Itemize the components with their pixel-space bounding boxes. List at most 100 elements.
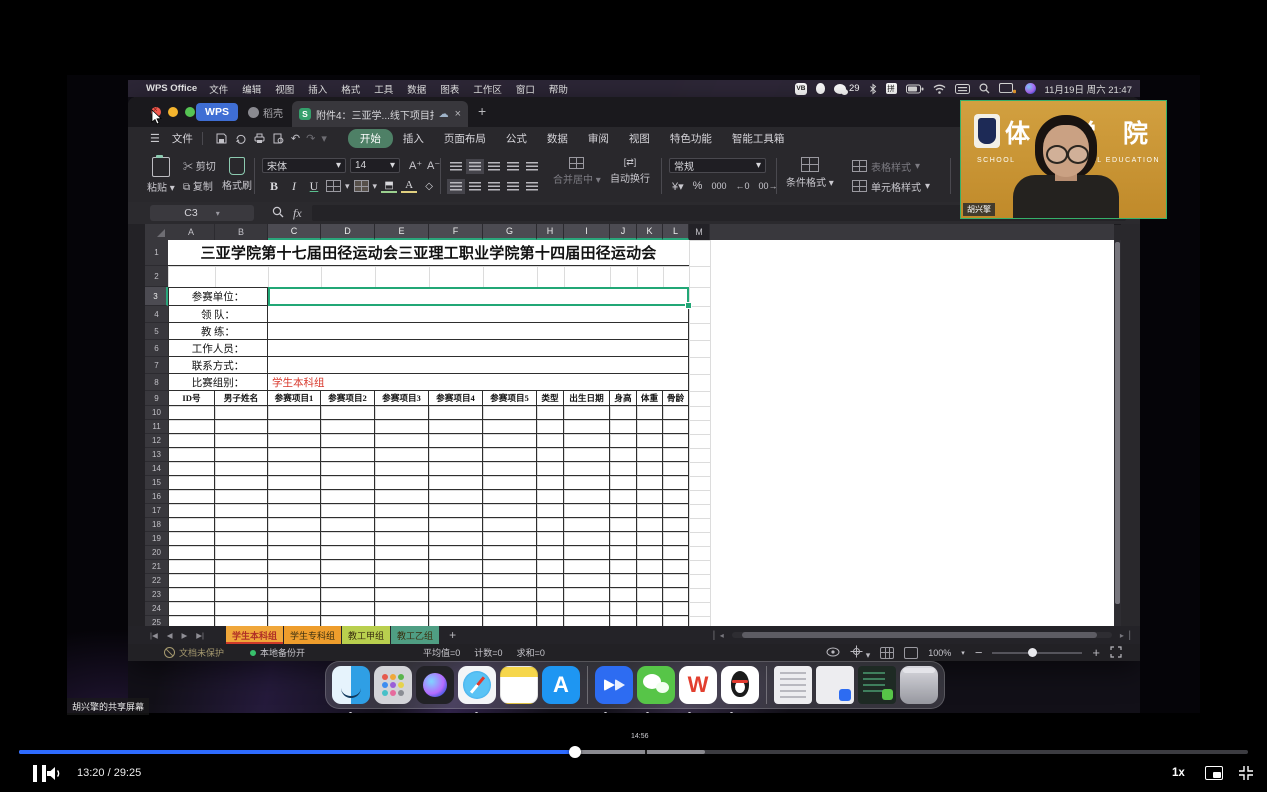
column-header-K[interactable]: K [637,224,663,240]
row-header-10[interactable]: 10 [145,406,168,420]
grid-cell[interactable] [268,546,321,560]
row-header-13[interactable]: 13 [145,448,168,462]
pan-mode-icon[interactable]: ▾ [850,645,870,661]
grid-cell[interactable] [215,616,268,626]
dock-appstore-icon[interactable]: A [542,666,580,704]
grid-cell[interactable] [610,490,637,504]
grid-cell[interactable] [663,406,689,420]
grid-cell[interactable] [537,406,564,420]
grid-cell[interactable] [483,602,537,616]
grid-cell[interactable] [564,504,610,518]
grid-cell[interactable] [429,462,483,476]
tab-split-handle[interactable]: ▏◂ [714,631,724,640]
form-value-cell[interactable] [268,323,689,340]
grid-cell[interactable] [663,532,689,546]
grid-cell[interactable] [564,448,610,462]
ribbon-tab-插入[interactable]: 插入 [393,129,434,148]
grid-cell[interactable] [610,504,637,518]
row-header-7[interactable]: 7 [145,357,168,374]
grid-cell[interactable] [215,448,268,462]
grid-cell[interactable] [663,434,689,448]
table-header-cell[interactable]: 参赛项目4 [429,391,483,406]
grid-cell[interactable] [168,434,215,448]
column-header-G[interactable]: G [483,224,537,240]
grid-cell[interactable] [429,616,483,626]
grid-cell[interactable] [637,560,663,574]
grid-cell[interactable] [268,420,321,434]
status-icon-siri[interactable] [1025,83,1036,94]
column-header-I[interactable]: I [564,224,610,240]
currency-icon[interactable]: ¥▾ [672,180,684,193]
ribbon-tab-视图[interactable]: 视图 [619,129,660,148]
grid-cell[interactable] [637,420,663,434]
row-header-14[interactable]: 14 [145,462,168,476]
grid-cell[interactable] [537,504,564,518]
form-label-cell[interactable]: 工作人员： [168,340,268,357]
grid-cell[interactable] [375,406,429,420]
grid-cell[interactable] [483,518,537,532]
selection-fill-handle[interactable] [685,302,692,309]
grid-cell[interactable] [268,448,321,462]
copy-button[interactable]: ⧉ 复制 [183,178,213,193]
grid-cell[interactable] [663,546,689,560]
grid-cell[interactable] [663,518,689,532]
bold-button[interactable]: B [266,179,282,194]
grid-cell[interactable] [168,518,215,532]
vertical-scrollbar-thumb[interactable] [1115,242,1120,604]
fill-color-icon[interactable] [354,180,369,192]
row-header-19[interactable]: 19 [145,532,168,546]
minimize-window-button[interactable] [168,107,178,117]
grid-cell[interactable] [168,616,215,626]
grid-cell[interactable] [268,602,321,616]
row-header-20[interactable]: 20 [145,546,168,560]
row-header-2[interactable]: 2 [145,266,168,287]
grid-cell[interactable] [321,602,375,616]
grid-cell[interactable] [168,476,215,490]
ribbon-tab-公式[interactable]: 公式 [496,129,537,148]
grid-cell[interactable] [321,462,375,476]
ribbon-tab-特色功能[interactable]: 特色功能 [660,129,722,148]
grid-cell[interactable] [215,602,268,616]
grid-cell[interactable] [375,560,429,574]
grid-cell[interactable] [168,406,215,420]
grid-cell[interactable] [215,406,268,420]
status-icon-wifi[interactable] [933,84,946,94]
grid-cell[interactable] [537,602,564,616]
menubar-app-name[interactable]: WPS Office [146,83,197,94]
grid-cell[interactable] [429,588,483,602]
menubar-menu-帮助[interactable]: 帮助 [549,82,568,96]
form-label-cell[interactable]: 领 队： [168,306,268,323]
status-icon-bluetooth[interactable] [869,83,877,95]
grid-cell[interactable] [610,546,637,560]
grid-cell[interactable] [537,616,564,626]
grid-cell[interactable] [215,532,268,546]
grid-cell[interactable] [610,602,637,616]
column-header-L[interactable]: L [663,224,689,240]
grid-cell[interactable] [663,574,689,588]
menubar-menu-窗口[interactable]: 窗口 [516,82,535,96]
spreadsheet-grid[interactable]: 三亚学院第十七届田径运动会三亚理工职业学院第十四届田径运动会参赛单位：领 队：教… [168,240,1114,626]
grid-cell[interactable] [663,588,689,602]
grid-cell[interactable] [375,462,429,476]
grid-cell[interactable] [564,476,610,490]
grid-cell[interactable] [321,616,375,626]
grid-cell[interactable] [637,602,663,616]
grid-cell[interactable] [215,560,268,574]
number-format-select[interactable]: 常规▾ [669,158,766,173]
grid-cell[interactable] [663,490,689,504]
form-value-cell[interactable] [268,306,689,323]
zoom-window-button[interactable] [185,107,195,117]
menubar-menu-格式[interactable]: 格式 [341,82,360,96]
table-header-cell[interactable]: 参赛项目1 [268,391,321,406]
menubar-clock[interactable]: 11月19日 周六 21:47 [1045,82,1132,96]
align-bottom-icon[interactable] [488,162,500,171]
grid-cell[interactable] [483,420,537,434]
progress-bar[interactable] [19,750,1248,754]
grid-cell[interactable] [321,560,375,574]
grid-cell[interactable] [637,574,663,588]
menubar-menu-插入[interactable]: 插入 [308,82,327,96]
grid-cell[interactable] [537,532,564,546]
grid-cell[interactable] [321,504,375,518]
grid-cell[interactable] [268,560,321,574]
add-sheet-button[interactable]: + [449,628,456,642]
